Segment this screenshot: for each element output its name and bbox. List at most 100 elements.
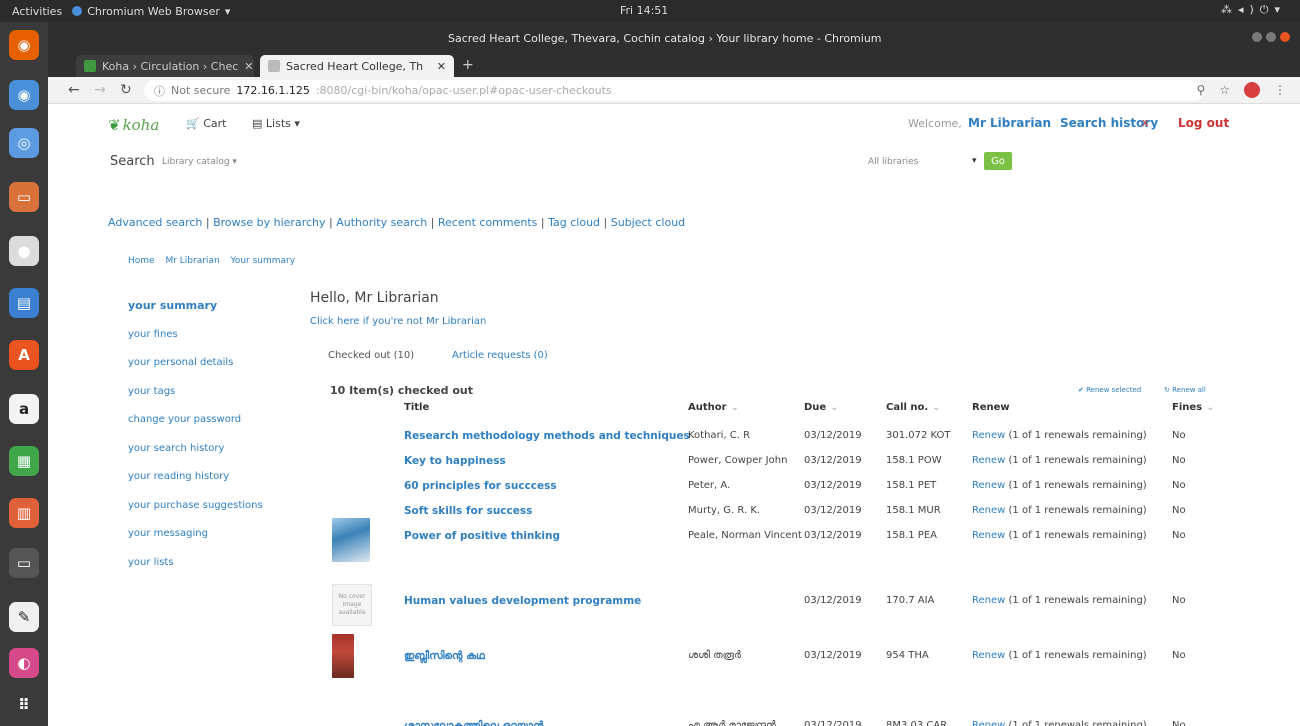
breadcrumb-home[interactable]: Home — [128, 256, 155, 266]
renew-link[interactable]: Renew — [972, 480, 1005, 491]
user-menu-summary[interactable]: your summary — [128, 299, 263, 328]
clock[interactable]: Fri 14:51 — [620, 4, 668, 17]
media-player-icon[interactable]: ● — [9, 236, 39, 266]
renew-link[interactable]: Renew — [972, 455, 1005, 466]
close-tab-icon[interactable]: ✕ — [244, 60, 253, 73]
window-titlebar[interactable]: Sacred Heart College, Thevara, Cochin ca… — [48, 22, 1300, 52]
close-tab-icon[interactable]: ✕ — [437, 60, 446, 73]
url-path: :8080/cgi-bin/koha/opac-user.pl#opac-use… — [315, 84, 612, 97]
advanced-search-link[interactable]: Advanced search — [108, 216, 202, 229]
subject-cloud-link[interactable]: Subject cloud — [611, 216, 685, 229]
files-icon[interactable]: ▭ — [9, 182, 39, 212]
item-title-link[interactable]: Key to happiness — [404, 455, 506, 467]
recent-comments-link[interactable]: Recent comments — [438, 216, 538, 229]
menu-icon[interactable]: ⋮ — [1274, 83, 1286, 97]
item-title-link[interactable]: Power of positive thinking — [404, 530, 560, 542]
impress-icon[interactable]: ▥ — [9, 498, 39, 528]
column-header-due[interactable]: Due ⌄ — [804, 402, 839, 413]
clear-search-history-button[interactable]: x — [1142, 116, 1149, 129]
text-editor-icon[interactable]: ✎ — [9, 602, 39, 632]
firefox-icon[interactable]: ◉ — [9, 30, 39, 60]
renew-link[interactable]: Renew — [972, 650, 1005, 661]
terminal-icon[interactable]: ▭ — [9, 548, 39, 578]
chromium-icon[interactable]: ◉ — [9, 80, 39, 110]
calc-icon[interactable]: ▦ — [9, 446, 39, 476]
book-cover-image[interactable]: No cover image available — [332, 584, 372, 626]
minimize-button[interactable] — [1252, 32, 1262, 42]
lists-button[interactable]: ▤ Lists ▾ — [252, 117, 300, 130]
item-title-link[interactable]: Human values development programme — [404, 595, 641, 607]
window-title: Sacred Heart College, Thevara, Cochin ca… — [448, 32, 882, 45]
column-header-author[interactable]: Author ⌄ — [688, 402, 739, 413]
sort-icon: ⌄ — [830, 402, 839, 413]
column-header-call-no[interactable]: Call no. ⌄ — [886, 402, 941, 413]
authority-search-link[interactable]: Authority search — [336, 216, 427, 229]
activities-button[interactable]: Activities — [0, 5, 72, 18]
item-call-number: 954 THA — [886, 650, 929, 661]
item-title-link[interactable]: Soft skills for success — [404, 505, 532, 517]
item-due-date: 03/12/2019 — [804, 530, 862, 541]
address-bar[interactable]: ⓘ Not secure 172.16.1.125 :8080/cgi-bin/… — [144, 80, 1204, 101]
column-header-title[interactable]: Title — [404, 402, 429, 413]
library-select[interactable]: All libraries — [868, 157, 918, 167]
column-header-renew[interactable]: Renew — [972, 402, 1010, 413]
tag-cloud-link[interactable]: Tag cloud — [548, 216, 600, 229]
tab-checked-out[interactable]: Checked out (10) — [328, 350, 414, 361]
maximize-button[interactable] — [1266, 32, 1276, 42]
user-menu-tags[interactable]: your tags — [128, 385, 263, 414]
logo-text: koha — [122, 116, 160, 134]
logout-link[interactable]: Log out — [1178, 116, 1229, 130]
tab-article-requests[interactable]: Article requests (0) — [452, 350, 548, 361]
book-cover-image[interactable] — [332, 634, 354, 678]
user-menu-fines[interactable]: your fines — [128, 328, 263, 357]
forward-arrow-icon[interactable]: → — [94, 82, 106, 98]
user-menu-lists[interactable]: your lists — [128, 556, 263, 585]
amazon-icon[interactable]: a — [9, 394, 39, 424]
search-scope-select[interactable]: Library catalog ▾ — [162, 157, 237, 167]
go-button[interactable]: Go — [984, 152, 1012, 170]
browse-by-hierarchy-link[interactable]: Browse by hierarchy — [213, 216, 325, 229]
renew-link[interactable]: Renew — [972, 505, 1005, 516]
info-icon[interactable]: ⓘ — [154, 83, 165, 99]
renew-link[interactable]: Renew — [972, 720, 1005, 726]
search-icon[interactable]: ⚲ — [1196, 83, 1205, 97]
renew-link[interactable]: Renew — [972, 530, 1005, 541]
koha-favicon-icon — [84, 60, 96, 72]
breadcrumb-summary[interactable]: Your summary — [231, 256, 296, 266]
star-icon[interactable]: ☆ — [1219, 83, 1230, 97]
new-tab-button[interactable]: + — [462, 57, 474, 73]
chromium-active-icon[interactable]: ◎ — [9, 128, 39, 158]
renew-selected-link[interactable]: ✔ Renew selected — [1078, 386, 1141, 394]
profile-avatar[interactable] — [1244, 82, 1260, 98]
tab-sacred-heart-catalog[interactable]: Sacred Heart College, Th ✕ — [260, 55, 454, 77]
writer-icon[interactable]: ▤ — [9, 288, 39, 318]
book-cover-image[interactable] — [332, 518, 370, 562]
item-title-link[interactable]: ഇബ്ലീസിന്റെ കഥ — [404, 650, 485, 663]
tab-koha-circulation[interactable]: Koha › Circulation › Chec ✕ — [76, 55, 254, 77]
koha-logo[interactable]: ❦ koha — [108, 116, 159, 134]
app-menu[interactable]: Chromium Web Browser ▾ — [72, 5, 230, 18]
remote-desktop-icon[interactable]: ◐ — [9, 648, 39, 678]
item-title-link[interactable]: ശാസ്ത്രലോകത്തിലെ ഒറ്റയാൻ — [404, 720, 544, 726]
cart-button[interactable]: 🛒 Cart — [186, 117, 226, 130]
renew-all-link[interactable]: ↻ Renew all — [1164, 386, 1206, 394]
reload-icon[interactable]: ↻ — [120, 82, 132, 98]
logged-in-user-link[interactable]: Mr Librarian — [968, 116, 1051, 130]
chevron-down-icon[interactable]: ▾ — [972, 156, 977, 166]
system-tray[interactable]: ⁂◂)⏻▾ — [1221, 3, 1286, 17]
renew-link[interactable]: Renew — [972, 430, 1005, 441]
item-title-link[interactable]: 60 principles for succcess — [404, 480, 557, 492]
column-header-fines[interactable]: Fines ⌄ — [1172, 402, 1215, 413]
renew-link[interactable]: Renew — [972, 595, 1005, 606]
breadcrumb-user[interactable]: Mr Librarian — [165, 256, 219, 266]
item-title-link[interactable]: Research methodology methods and techniq… — [404, 430, 690, 442]
software-center-icon[interactable]: A — [9, 340, 39, 370]
not-you-link[interactable]: Click here if you're not Mr Librarian — [310, 316, 486, 327]
back-arrow-icon[interactable]: ← — [68, 82, 80, 98]
app-grid-icon[interactable]: ⠿ — [9, 690, 39, 720]
item-author: Peter, A. — [688, 480, 731, 491]
close-window-button[interactable] — [1280, 32, 1290, 42]
user-menu-personal-details[interactable]: your personal details — [128, 356, 263, 385]
window-controls — [1252, 32, 1290, 42]
item-fines: No — [1172, 455, 1186, 466]
